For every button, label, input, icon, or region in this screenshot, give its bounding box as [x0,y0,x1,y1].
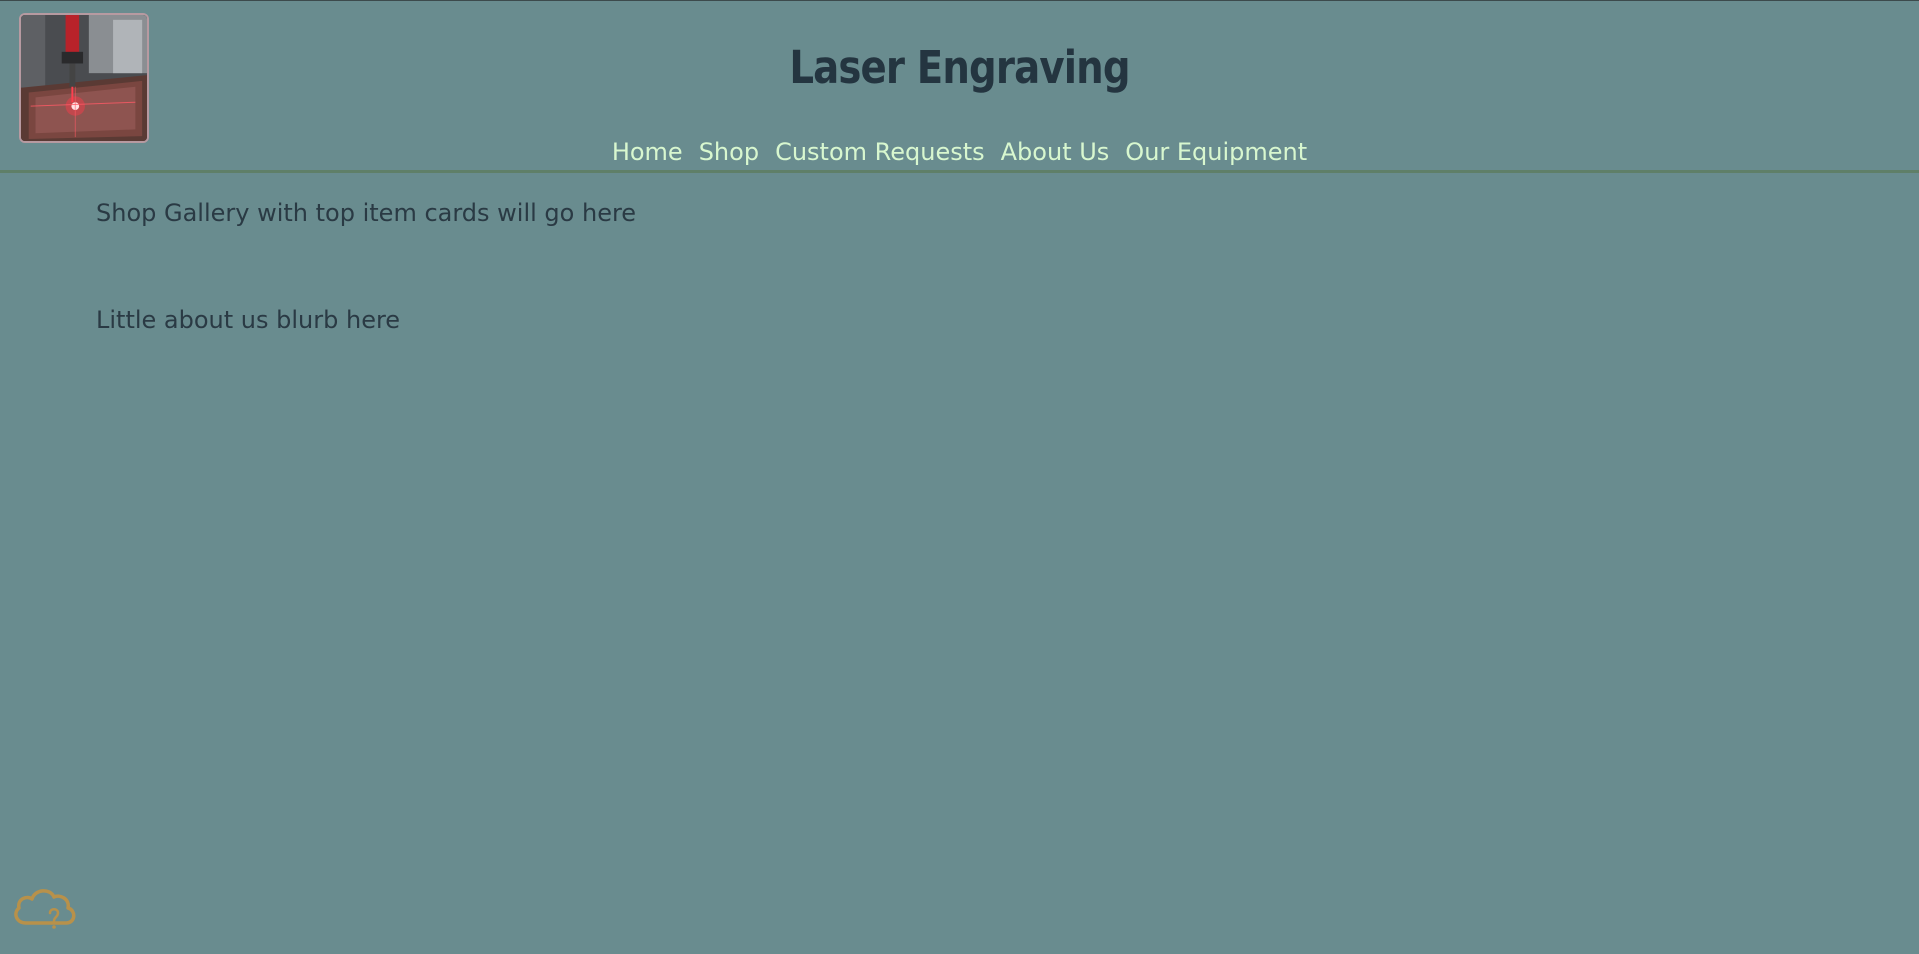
nav-item-our-equipment[interactable]: Our Equipment [1125,138,1307,166]
cloud-question-icon[interactable] [10,877,80,937]
nav-item-shop[interactable]: Shop [699,138,759,166]
logo-image[interactable] [19,13,149,143]
main-nav: Home Shop Custom Requests About Us Our Equip… [0,138,1919,166]
nav-item-custom-requests[interactable]: Custom Requests [775,138,985,166]
page: Laser Engraving Home Shop Custom Requests A… [0,0,1919,954]
nav-item-about-us[interactable]: About Us [1001,138,1110,166]
laser-engraver-image [21,15,147,141]
main-content: Shop Gallery with top item cards will go… [0,173,1919,334]
site-header: Laser Engraving Home Shop Custom Requests A… [0,1,1919,173]
site-title: Laser Engraving [789,41,1130,94]
shop-gallery-placeholder: Shop Gallery with top item cards will go… [96,199,637,227]
nav-item-home[interactable]: Home [612,138,683,166]
about-blurb-placeholder: Little about us blurb here [96,306,401,334]
